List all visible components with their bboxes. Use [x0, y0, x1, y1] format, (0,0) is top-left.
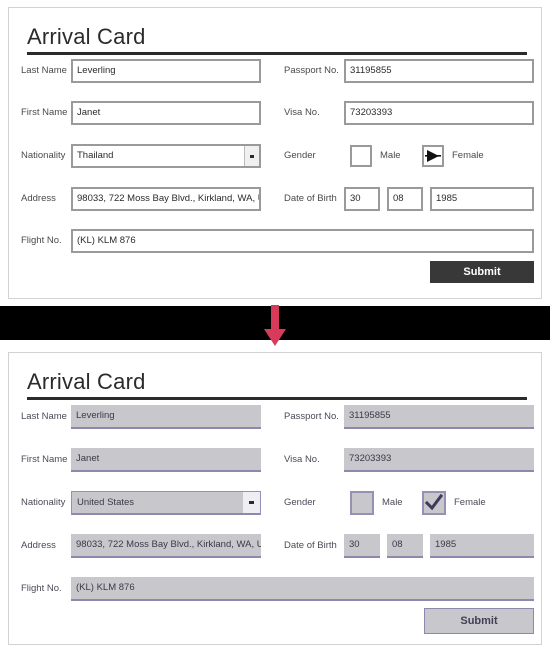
label-address: Address	[21, 193, 56, 204]
passport-no-input[interactable]: 31195855	[344, 59, 534, 83]
label-last-name: Last Name	[21, 65, 67, 76]
chevron-down-icon	[244, 146, 259, 166]
label-passport-no: Passport No.	[284, 65, 339, 76]
label-date-of-birth-after: Date of Birth	[284, 540, 337, 551]
row-nationality-gender: Nationality Thailand Gender Male Female	[9, 144, 541, 168]
first-name-input[interactable]: Janet	[71, 101, 261, 125]
page-title-before: Arrival Card	[27, 24, 146, 49]
visa-no-input-after[interactable]: 73203393	[344, 448, 534, 472]
down-arrow-icon	[264, 305, 286, 346]
gender-female-label: Female	[452, 150, 484, 161]
submit-button-after[interactable]: Submit	[424, 608, 534, 634]
screenshot-root: Arrival Card Last Name Leverling Passpor…	[0, 0, 550, 652]
label-first-name: First Name	[21, 107, 68, 118]
last-name-input-after[interactable]: Leverling	[71, 405, 261, 429]
label-flight-no-after: Flight No.	[21, 583, 62, 594]
page-title-after: Arrival Card	[27, 369, 146, 394]
dob-day-input-after[interactable]: 30	[344, 534, 380, 558]
label-date-of-birth: Date of Birth	[284, 193, 337, 204]
title-divider-after	[27, 397, 527, 400]
dob-year-input[interactable]: 1985	[430, 187, 534, 211]
nationality-select-after[interactable]: United States	[71, 491, 261, 515]
address-input[interactable]: 98033, 722 Moss Bay Blvd., Kirkland, WA,…	[71, 187, 261, 211]
row-nationality-gender-after: Nationality United States Gender Male Fe…	[9, 491, 541, 515]
label-visa-no: Visa No.	[284, 107, 320, 118]
row-flight-no: Flight No. (KL) KLM 876	[9, 229, 541, 253]
label-address-after: Address	[21, 540, 56, 551]
dob-year-input-after[interactable]: 1985	[430, 534, 534, 558]
dob-month-input-after[interactable]: 08	[387, 534, 423, 558]
checkmark-icon	[424, 493, 444, 511]
label-first-name-after: First Name	[21, 454, 68, 465]
nationality-select-value-after: United States	[77, 497, 135, 508]
gender-male-checkbox-after[interactable]	[350, 491, 374, 515]
address-input-after[interactable]: 98033, 722 Moss Bay Blvd., Kirkland, WA,…	[71, 534, 261, 558]
broken-check-glyph-icon	[425, 150, 441, 162]
arrival-card-form-before: Arrival Card Last Name Leverling Passpor…	[8, 7, 542, 299]
nationality-select[interactable]: Thailand	[71, 144, 261, 168]
row-address-dob-after: Address 98033, 722 Moss Bay Blvd., Kirkl…	[9, 534, 541, 558]
label-gender: Gender	[284, 150, 316, 161]
dob-day-input[interactable]: 30	[344, 187, 380, 211]
flight-no-input-after[interactable]: (KL) KLM 876	[71, 577, 534, 601]
row-address-dob: Address 98033, 722 Moss Bay Blvd., Kirkl…	[9, 187, 541, 211]
label-flight-no: Flight No.	[21, 235, 62, 246]
row-last-name-passport: Last Name Leverling Passport No. 3119585…	[9, 59, 541, 83]
last-name-input[interactable]: Leverling	[71, 59, 261, 83]
flight-no-input[interactable]: (KL) KLM 876	[71, 229, 534, 253]
label-visa-no-after: Visa No.	[284, 454, 320, 465]
dob-month-input[interactable]: 08	[387, 187, 423, 211]
gender-male-label: Male	[380, 150, 401, 161]
row-first-name-visa: First Name Janet Visa No. 73203393	[9, 101, 541, 125]
gender-male-checkbox[interactable]	[350, 145, 372, 167]
chevron-down-icon-after	[243, 492, 260, 513]
gender-female-checkbox-after[interactable]	[422, 491, 446, 515]
row-flight-no-after: Flight No. (KL) KLM 876	[9, 577, 541, 601]
arrival-card-form-after: Arrival Card Last Name Leverling Passpor…	[8, 352, 542, 645]
row-first-name-visa-after: First Name Janet Visa No. 73203393	[9, 448, 541, 472]
label-passport-no-after: Passport No.	[284, 411, 339, 422]
gender-male-label-after: Male	[382, 497, 403, 508]
label-nationality-after: Nationality	[21, 497, 66, 508]
passport-no-input-after[interactable]: 31195855	[344, 405, 534, 429]
row-last-name-passport-after: Last Name Leverling Passport No. 3119585…	[9, 405, 541, 429]
label-nationality: Nationality	[21, 150, 66, 161]
title-divider-before	[27, 52, 527, 55]
gender-female-checkbox[interactable]	[422, 145, 444, 167]
nationality-select-value: Thailand	[77, 150, 114, 161]
gender-female-label-after: Female	[454, 497, 486, 508]
first-name-input-after[interactable]: Janet	[71, 448, 261, 472]
label-last-name-after: Last Name	[21, 411, 67, 422]
visa-no-input[interactable]: 73203393	[344, 101, 534, 125]
submit-button[interactable]: Submit	[430, 261, 534, 283]
label-gender-after: Gender	[284, 497, 316, 508]
